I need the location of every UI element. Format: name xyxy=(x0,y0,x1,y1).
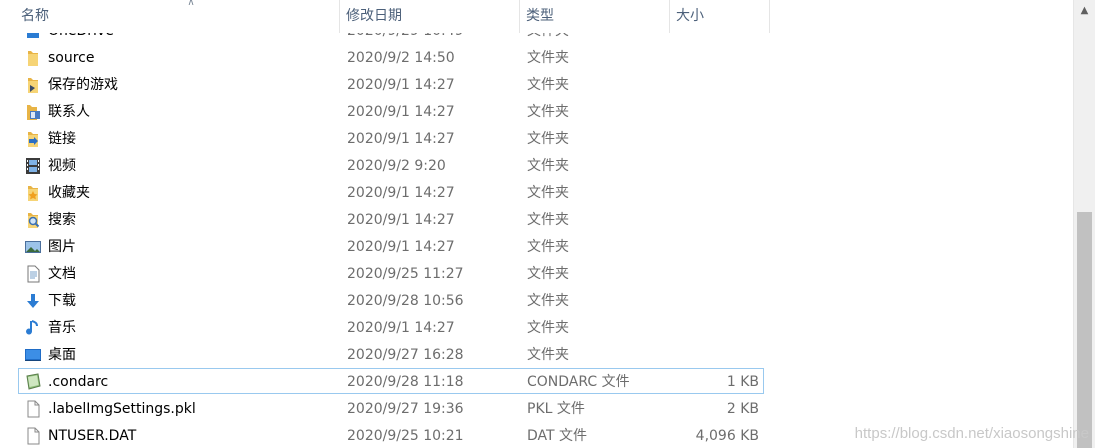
file-modified-date: 2020/9/1 14:27 xyxy=(347,212,455,228)
file-row[interactable]: .labelImgSettings.pkl 2020/9/27 19:36 PKL … xyxy=(18,395,764,421)
file-type: CONDARC 文件 xyxy=(527,374,630,390)
file-modified-date: 2020/9/1 14:27 xyxy=(347,131,455,147)
column-header-type[interactable]: 类型 xyxy=(520,0,670,33)
file-row[interactable]: NTUSER.DAT 2020/9/25 10:21 DAT 文件 4,096 KB xyxy=(18,422,764,448)
file-type: 文件夹 xyxy=(527,347,569,363)
vertical-scrollbar[interactable]: ▲ xyxy=(1073,0,1095,448)
file-row[interactable]: 桌面 2020/9/27 16:28 文件夹 xyxy=(18,341,764,367)
file-name: 保存的游戏 xyxy=(48,77,118,93)
file-name: 下载 xyxy=(48,293,76,309)
file-modified-date: 2020/9/28 10:56 xyxy=(347,293,464,309)
file-name: 文档 xyxy=(48,266,76,282)
file-name: 图片 xyxy=(48,239,76,255)
file-modified-date: 2020/9/27 19:36 xyxy=(347,401,464,417)
file-name: 桌面 xyxy=(48,347,76,363)
file-name: 视频 xyxy=(48,158,76,174)
column-header-type-label: 类型 xyxy=(526,8,554,24)
file-type: 文件夹 xyxy=(527,212,569,228)
file-modified-date: 2020/9/1 14:27 xyxy=(347,239,455,255)
videos-folder-icon xyxy=(24,157,42,175)
file-name: 链接 xyxy=(48,131,76,147)
file-row[interactable]: source 2020/9/2 14:50 文件夹 xyxy=(18,44,764,70)
file-modified-date: 2020/9/1 14:27 xyxy=(347,320,455,336)
blank-file-icon xyxy=(24,400,42,418)
file-row[interactable]: 下载 2020/9/28 10:56 文件夹 xyxy=(18,287,764,313)
music-folder-icon xyxy=(24,319,42,337)
file-type: 文件夹 xyxy=(527,131,569,147)
file-modified-date: 2020/9/1 14:27 xyxy=(347,104,455,120)
blank-file-icon xyxy=(24,427,42,445)
column-header-bar: 名称 ∧ 修改日期 类型 大小 xyxy=(0,0,1073,33)
file-modified-date: 2020/9/28 11:18 xyxy=(347,374,464,390)
file-modified-date: 2020/9/27 16:28 xyxy=(347,347,464,363)
watermark: https://blog.csdn.net/xiaosongshine xyxy=(854,425,1089,442)
file-name: .condarc xyxy=(48,374,109,390)
condarc-file-icon xyxy=(24,373,42,391)
pictures-folder-icon xyxy=(24,238,42,256)
file-name: 音乐 xyxy=(48,320,76,336)
column-header-name-label: 名称 xyxy=(21,8,49,24)
searches-folder-icon xyxy=(24,211,42,229)
file-name: 收藏夹 xyxy=(48,185,90,201)
column-header-size-label: 大小 xyxy=(676,8,704,24)
file-type: 文件夹 xyxy=(527,185,569,201)
file-name: 搜索 xyxy=(48,212,76,228)
file-type: 文件夹 xyxy=(527,50,569,66)
file-type: PKL 文件 xyxy=(527,401,585,417)
file-type: 文件夹 xyxy=(527,77,569,93)
file-row[interactable]: 视频 2020/9/2 9:20 文件夹 xyxy=(18,152,764,178)
file-type: 文件夹 xyxy=(527,320,569,336)
downloads-folder-icon xyxy=(24,292,42,310)
sort-ascending-icon: ∧ xyxy=(187,0,195,8)
contacts-folder-icon xyxy=(24,103,42,121)
file-modified-date: 2020/9/1 14:27 xyxy=(347,185,455,201)
scrollbar-thumb[interactable] xyxy=(1077,212,1092,448)
file-modified-date: 2020/9/25 11:27 xyxy=(347,266,464,282)
file-type: 文件夹 xyxy=(527,266,569,282)
scroll-up-arrow-icon[interactable]: ▲ xyxy=(1074,0,1095,22)
file-row[interactable]: 音乐 2020/9/1 14:27 文件夹 xyxy=(18,314,764,340)
file-modified-date: 2020/9/2 9:20 xyxy=(347,158,446,174)
file-row[interactable]: 收藏夹 2020/9/1 14:27 文件夹 xyxy=(18,179,764,205)
documents-folder-icon xyxy=(24,265,42,283)
file-size: 1 KB xyxy=(726,374,759,390)
links-folder-icon xyxy=(24,130,42,148)
favorites-folder-icon xyxy=(24,184,42,202)
file-row[interactable]: 文档 2020/9/25 11:27 文件夹 xyxy=(18,260,764,286)
file-row[interactable]: 链接 2020/9/1 14:27 文件夹 xyxy=(18,125,764,151)
file-size: 4,096 KB xyxy=(695,428,759,444)
file-modified-date: 2020/9/25 10:21 xyxy=(347,428,464,444)
file-name: .labelImgSettings.pkl xyxy=(48,401,196,417)
file-row[interactable]: 搜索 2020/9/1 14:27 文件夹 xyxy=(18,206,764,232)
file-type: DAT 文件 xyxy=(527,428,588,444)
column-header-name[interactable]: 名称 ∧ xyxy=(15,0,340,33)
file-list: OneDrive2020/9/29 10:49文件夹source2020/9/2… xyxy=(0,16,1073,448)
file-type: 文件夹 xyxy=(527,239,569,255)
file-type: 文件夹 xyxy=(527,158,569,174)
column-header-size[interactable]: 大小 xyxy=(670,0,770,33)
file-type: 文件夹 xyxy=(527,293,569,309)
file-name: NTUSER.DAT xyxy=(48,428,137,444)
file-row[interactable]: .condarc 2020/9/28 11:18 CONDARC 文件 1 KB xyxy=(18,368,764,394)
file-type: 文件夹 xyxy=(527,104,569,120)
column-header-date-label: 修改日期 xyxy=(346,8,402,24)
folder-icon xyxy=(24,49,42,67)
file-row[interactable]: 图片 2020/9/1 14:27 文件夹 xyxy=(18,233,764,259)
file-size: 2 KB xyxy=(726,401,759,417)
file-row[interactable]: 联系人 2020/9/1 14:27 文件夹 xyxy=(18,98,764,124)
file-name: 联系人 xyxy=(48,104,90,120)
saved-games-folder-icon xyxy=(24,76,42,94)
desktop-folder-icon xyxy=(24,346,42,364)
file-modified-date: 2020/9/1 14:27 xyxy=(347,77,455,93)
file-name: source xyxy=(48,50,95,66)
file-row[interactable]: 保存的游戏 2020/9/1 14:27 文件夹 xyxy=(18,71,764,97)
file-modified-date: 2020/9/2 14:50 xyxy=(347,50,455,66)
column-header-date[interactable]: 修改日期 xyxy=(340,0,520,33)
